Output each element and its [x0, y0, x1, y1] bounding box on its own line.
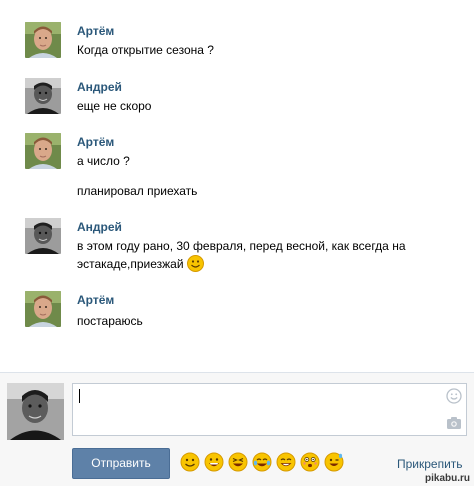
- laugh-emoji-icon[interactable]: [228, 452, 248, 472]
- message-text: а число ?: [77, 154, 130, 168]
- author-name[interactable]: Артём: [77, 24, 114, 39]
- message-history: Артём Когда открытие сезона ? Андрей еще…: [0, 0, 474, 372]
- man-bw-avatar: [7, 383, 64, 440]
- smile-emoji-icon[interactable]: [180, 452, 200, 472]
- man-bw-avatar[interactable]: [25, 218, 61, 254]
- message-text: еще не скоро: [77, 99, 152, 113]
- message-text: в этом году рано, 30 февраля, перед весн…: [77, 237, 427, 273]
- send-button[interactable]: Отправить: [72, 448, 170, 479]
- surprised-emoji-icon[interactable]: [300, 452, 320, 472]
- author-name[interactable]: Андрей: [77, 220, 122, 235]
- message-input[interactable]: [72, 383, 467, 436]
- young-boy-avatar[interactable]: [25, 22, 61, 58]
- happy-emoji-icon[interactable]: [276, 452, 296, 472]
- attach-link[interactable]: Прикрепить: [397, 457, 463, 471]
- text-caret: [79, 389, 80, 403]
- wink-emoji-icon[interactable]: [324, 452, 344, 472]
- smile-icon[interactable]: [446, 388, 462, 404]
- watermark: pikabu.ru: [425, 473, 471, 484]
- message-composer: Отправить Прикрепить: [0, 372, 474, 486]
- author-name[interactable]: Артём: [77, 293, 114, 308]
- smiley-emoji-icon: [186, 255, 204, 272]
- message-text: постараюсь: [77, 314, 143, 328]
- man-bw-avatar[interactable]: [25, 78, 61, 114]
- author-name[interactable]: Андрей: [77, 80, 122, 95]
- young-boy-avatar[interactable]: [25, 291, 61, 327]
- author-name[interactable]: Артём: [77, 135, 114, 150]
- camera-icon[interactable]: [446, 416, 462, 430]
- young-boy-avatar[interactable]: [25, 133, 61, 169]
- message-text-content: в этом году рано, 30 февраля, перед весн…: [77, 239, 406, 271]
- grin-emoji-icon[interactable]: [204, 452, 224, 472]
- tears-joy-emoji-icon[interactable]: [252, 452, 272, 472]
- message-text: планировал приехать: [77, 184, 198, 198]
- message-text: Когда открытие сезона ?: [77, 43, 214, 57]
